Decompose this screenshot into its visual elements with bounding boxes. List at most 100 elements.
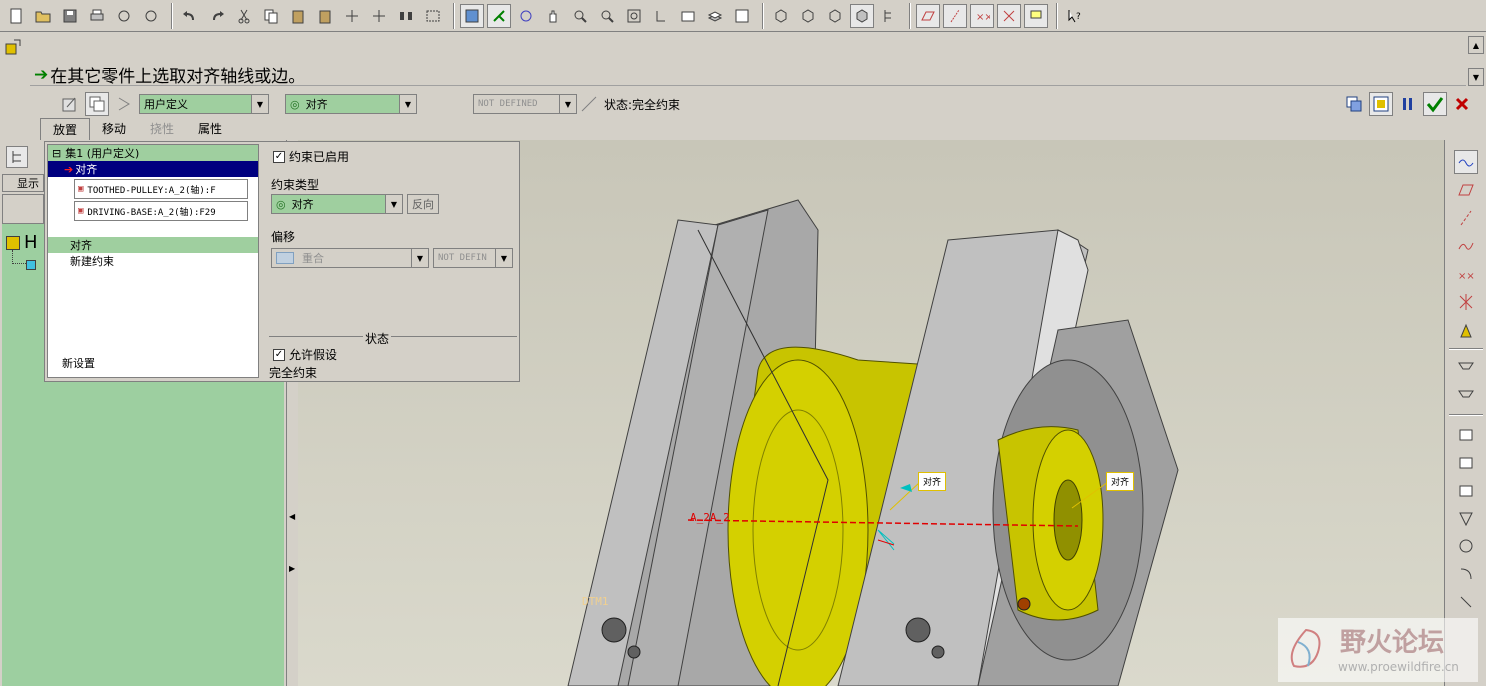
print-icon[interactable]: [85, 4, 109, 28]
add-component-icon[interactable]: [1454, 356, 1478, 380]
redo-icon[interactable]: [205, 4, 229, 28]
scroll-down-button[interactable]: ▼: [1468, 68, 1484, 86]
view-manager-icon[interactable]: [730, 4, 754, 28]
tab-placement[interactable]: 放置: [40, 118, 91, 140]
component-reference[interactable]: ▣ TOOTHED-PULLEY:A_2(轴):F: [74, 179, 248, 199]
layers-icon[interactable]: [703, 4, 727, 28]
chevron-down-icon: ▼: [559, 95, 576, 113]
constraint-callout[interactable]: 对齐: [918, 472, 947, 491]
confirm-checkmark-icon[interactable]: [1423, 92, 1447, 116]
separate-window-icon[interactable]: [85, 92, 109, 116]
datum-point-tool-icon[interactable]: ×××: [1454, 262, 1478, 286]
repaint-icon[interactable]: [460, 3, 484, 28]
datum-axis-tool-icon[interactable]: [1454, 206, 1478, 230]
datum-plane-display-icon[interactable]: [916, 3, 940, 28]
toolbar-separator: [1056, 2, 1058, 29]
constraint-row[interactable]: 对齐: [48, 237, 258, 253]
datum-point-display-icon[interactable]: ××: [970, 3, 994, 28]
shading-icon[interactable]: [850, 3, 874, 28]
constraint-type-dropdown[interactable]: ◎ 对齐 ▼: [285, 94, 417, 114]
allow-assumptions-checkbox[interactable]: ✓ 允许假设: [273, 346, 337, 363]
constraint-type-select[interactable]: ◎ 对齐 ▼: [271, 194, 403, 214]
saved-views-icon[interactable]: [676, 4, 700, 28]
regenerate-icon[interactable]: [340, 4, 364, 28]
send-mail-icon[interactable]: [112, 4, 136, 28]
pause-icon[interactable]: [1396, 92, 1420, 116]
zoom-out-icon[interactable]: [595, 4, 619, 28]
shell-tool-icon[interactable]: [1454, 506, 1478, 530]
display-menu-button[interactable]: 显示: [2, 174, 44, 192]
separate-window-toggle-icon[interactable]: [1342, 92, 1366, 116]
orient-mode-icon[interactable]: [514, 4, 538, 28]
pan-hand-icon[interactable]: [541, 4, 565, 28]
undo-icon[interactable]: [178, 4, 202, 28]
tab-properties[interactable]: 属性: [186, 118, 234, 140]
create-component-icon[interactable]: [1454, 384, 1478, 408]
model-tree-icon[interactable]: [877, 4, 901, 28]
offset-value-input[interactable]: NOT DEFIN ▼: [433, 248, 513, 268]
constraint-callout[interactable]: 对齐: [1106, 472, 1135, 491]
chamfer-tool-icon[interactable]: [1454, 590, 1478, 614]
offset-row: 重合 ▼ NOT DEFIN ▼: [271, 248, 513, 268]
cut-icon[interactable]: [232, 4, 256, 28]
tab-flexibility[interactable]: 挠性: [138, 118, 186, 140]
round-tool-icon[interactable]: [1454, 562, 1478, 586]
extrude-tool-icon[interactable]: [1454, 450, 1478, 474]
model-tree-tab-icon[interactable]: [6, 146, 28, 168]
copy-icon[interactable]: [259, 4, 283, 28]
new-constraint-item[interactable]: 新建约束: [48, 253, 258, 269]
find-icon[interactable]: [394, 4, 418, 28]
pro-engineer-window: ×× ? ➔ 在其它零件上选取对齐轴线或边。 ▲ ▼ 用户定义 ▼ ◎ 对齐 ▼…: [0, 0, 1486, 686]
part-icon[interactable]: [26, 260, 36, 270]
tab-move[interactable]: 移动: [90, 118, 138, 140]
forum-logo-icon: [1284, 622, 1328, 678]
coordinate-system-tool-icon[interactable]: [1454, 290, 1478, 314]
assembly-reference[interactable]: ▣ DRIVING-BASE:A_2(轴):F29: [74, 201, 248, 221]
collapse-left-icon[interactable]: ◀: [289, 512, 295, 521]
annotation-display-icon[interactable]: [1024, 3, 1048, 28]
datum-plane-tool-icon[interactable]: [1454, 178, 1478, 202]
edit-constraint-icon[interactable]: [58, 92, 82, 116]
new-set-item[interactable]: 新设置: [58, 355, 95, 371]
new-file-icon[interactable]: [4, 4, 28, 28]
reorient-icon[interactable]: [649, 4, 673, 28]
scroll-up-button[interactable]: ▲: [1468, 36, 1484, 54]
assembly-window-toggle-icon[interactable]: [1369, 92, 1393, 116]
zoom-in-icon[interactable]: [568, 4, 592, 28]
dashboard-controls: 用户定义 ▼ ◎ 对齐 ▼ NOT DEFINED ▼ 状态:完全约束: [58, 92, 680, 116]
regenerate-manager-icon[interactable]: [367, 4, 391, 28]
offset-type-select[interactable]: 重合 ▼: [271, 248, 429, 268]
align-icon: ◎: [290, 97, 300, 111]
context-help-icon[interactable]: ?: [1063, 4, 1087, 28]
wireframe-icon[interactable]: [769, 4, 793, 28]
revolve-tool-icon[interactable]: [1454, 478, 1478, 502]
connection-icon[interactable]: [112, 92, 136, 116]
paste-special-icon[interactable]: [313, 4, 337, 28]
constraint-row-selected[interactable]: ➔ 对齐: [48, 161, 258, 177]
datum-curve-tool-icon[interactable]: [1454, 234, 1478, 258]
forum-watermark: 野火论坛 www.proewildfire.cn: [1278, 618, 1478, 682]
save-icon[interactable]: [58, 4, 82, 28]
flip-button[interactable]: 反向: [407, 194, 439, 214]
analysis-tool-icon[interactable]: [1454, 318, 1478, 342]
no-hidden-icon[interactable]: [823, 4, 847, 28]
hole-tool-icon[interactable]: [1454, 422, 1478, 446]
refit-icon[interactable]: [622, 4, 646, 28]
open-folder-icon[interactable]: [31, 4, 55, 28]
set-header-row[interactable]: ⊟ 集1 (用户定义): [48, 145, 258, 161]
expand-right-icon[interactable]: ▶: [289, 564, 295, 573]
cancel-close-icon[interactable]: [1450, 92, 1474, 116]
paste-icon[interactable]: [286, 4, 310, 28]
offset-value-field[interactable]: NOT DEFINED ▼: [473, 94, 577, 114]
send-mail-alt-icon[interactable]: [139, 4, 163, 28]
datum-axis-display-icon[interactable]: [943, 3, 967, 28]
rib-tool-icon[interactable]: [1454, 534, 1478, 558]
coord-sys-display-icon[interactable]: [997, 3, 1021, 28]
hidden-line-icon[interactable]: [796, 4, 820, 28]
select-box-icon[interactable]: [421, 4, 445, 28]
flip-icon[interactable]: [577, 92, 601, 116]
spin-center-icon[interactable]: [487, 3, 511, 28]
constraint-enabled-checkbox[interactable]: ✓ 约束已启用: [273, 148, 349, 165]
sketch-tool-icon[interactable]: [1453, 150, 1478, 174]
set-type-dropdown[interactable]: 用户定义 ▼: [139, 94, 269, 114]
